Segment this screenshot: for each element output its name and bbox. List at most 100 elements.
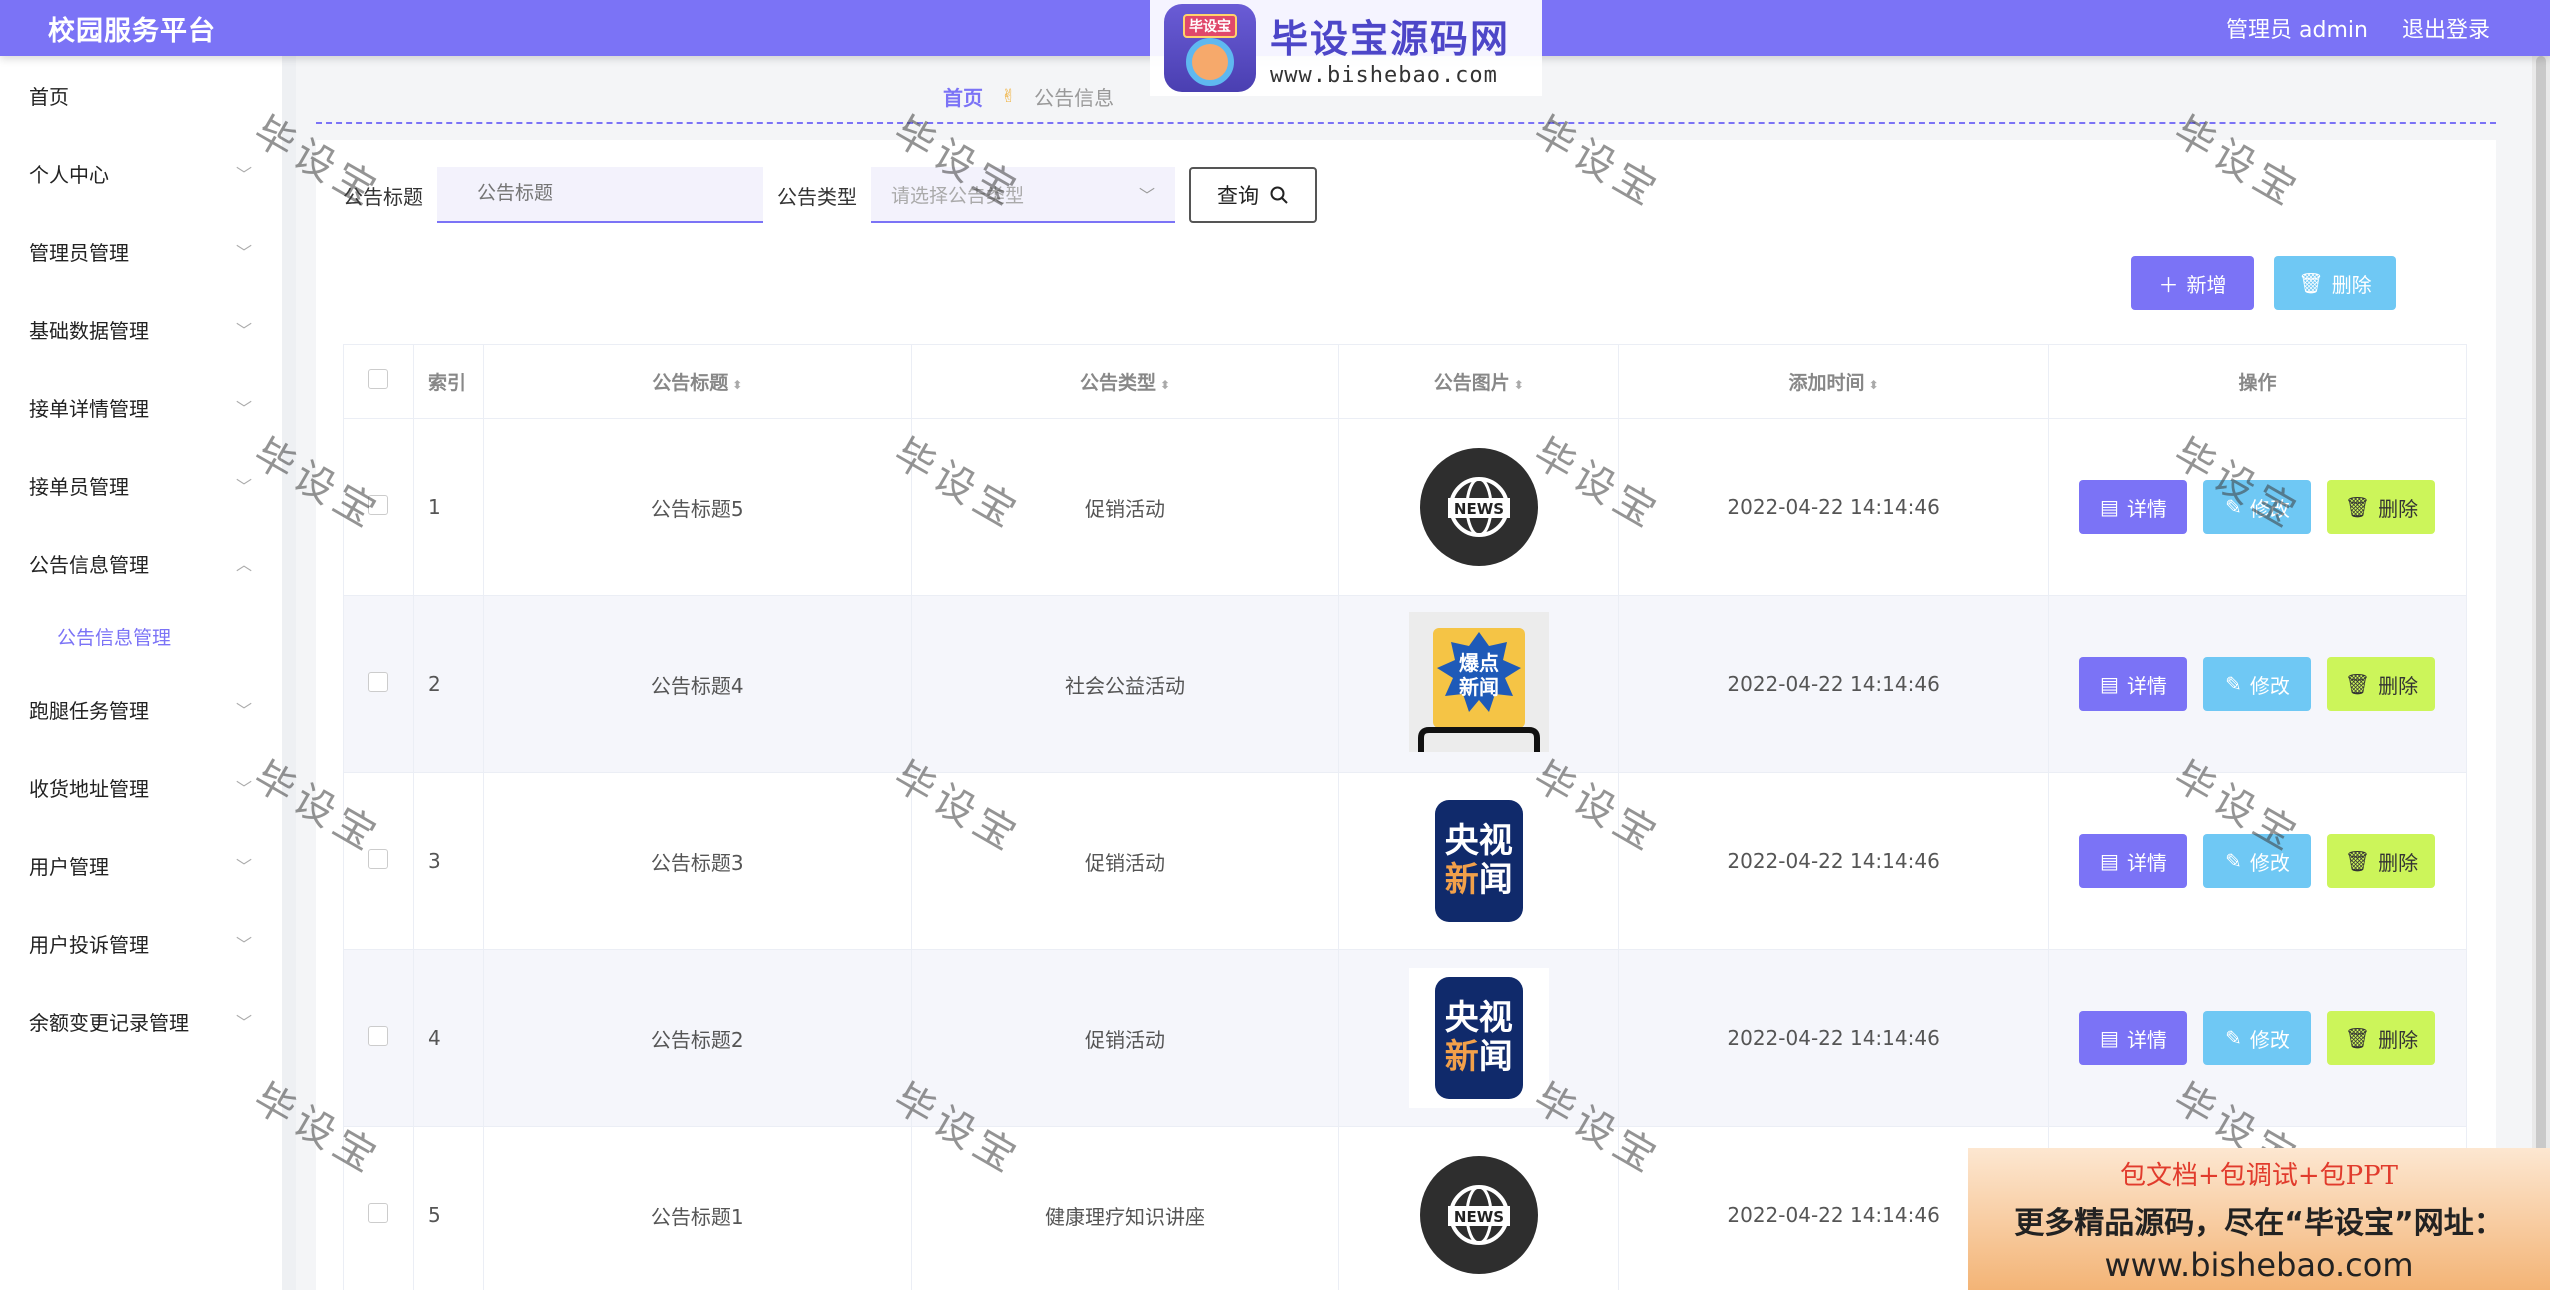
sidebar-item-errand-tasks[interactable]: 跑腿任务管理 ﹀ — [0, 670, 282, 748]
page-scrollbar[interactable] — [2532, 56, 2550, 1290]
chevron-down-icon: ﹀ — [235, 779, 252, 798]
edit-button[interactable]: ✎修改 — [2203, 657, 2312, 711]
table-row: 2 公告标题4 社会公益活动 爆点 新闻 2022-04-22 14:14:46 — [343, 595, 2468, 773]
col-time[interactable]: 添加时间 ⬍ — [1618, 344, 2049, 419]
col-type[interactable]: 公告类型 ⬍ — [910, 344, 1340, 419]
sort-icon[interactable]: ⬍ — [1160, 378, 1170, 392]
promo-line-2: 更多精品源码，尽在“毕设宝”网址： — [2014, 1205, 2504, 1241]
row-index: 1 — [412, 418, 484, 596]
pencil-icon: ✎ — [2225, 849, 2242, 873]
sidebar-item-order-details[interactable]: 接单详情管理 ﹀ — [0, 368, 282, 446]
row-title: 公告标题4 — [482, 595, 912, 773]
cctv-news-image: 央视 新闻 — [1408, 968, 1549, 1108]
chevron-down-icon: ﹀ — [235, 399, 252, 418]
title-search-input[interactable] — [437, 167, 763, 223]
row-time: 2022-04-22 14:14:46 — [1618, 418, 2049, 596]
row-image: 央视 新闻 — [1338, 772, 1620, 950]
row-index: 4 — [412, 949, 484, 1127]
detail-button[interactable]: ▤详情 — [2079, 480, 2188, 534]
sort-icon[interactable]: ⬍ — [732, 378, 742, 392]
sidebar-item-notices[interactable]: 公告信息管理 ︿ — [0, 524, 282, 602]
svg-text:新闻: 新闻 — [1459, 675, 1499, 699]
pencil-icon: ✎ — [2225, 1026, 2242, 1050]
news-globe-icon: NEWS — [1419, 448, 1538, 566]
batch-delete-button[interactable]: 🗑 删除 — [2274, 256, 2396, 310]
watermark-badge-icon: 毕设宝 — [1164, 4, 1256, 92]
trash-icon: 🗑 — [2344, 672, 2371, 696]
title-label: 公告标题 — [343, 184, 423, 209]
chevron-down-icon: ﹀ — [235, 701, 252, 720]
chevron-down-icon: ﹀ — [235, 1013, 252, 1032]
sort-icon[interactable]: ⬍ — [1514, 378, 1524, 392]
row-index: 5 — [412, 1126, 484, 1290]
type-select[interactable]: 请选择公告类型 ﹀ — [871, 167, 1175, 223]
trash-icon: 🗑 — [2344, 1026, 2371, 1050]
sort-icon[interactable]: ⬍ — [1869, 378, 1879, 392]
sidebar-item-admin[interactable]: 管理员管理 ﹀ — [0, 212, 282, 290]
detail-button[interactable]: ▤详情 — [2079, 657, 2188, 711]
promo-url[interactable]: www.bishebao.com — [2104, 1246, 2413, 1284]
trash-icon: 🗑 — [2298, 271, 2324, 295]
row-checkbox[interactable] — [368, 1025, 389, 1046]
detail-button[interactable]: ▤详情 — [2079, 834, 2188, 888]
select-all-checkbox[interactable] — [368, 369, 389, 389]
row-image: 央视 新闻 — [1338, 949, 1620, 1127]
app-title: 校园服务平台 — [48, 15, 216, 47]
user-menu[interactable]: 管理员 admin — [2226, 12, 2368, 44]
delete-button[interactable]: 🗑删除 — [2327, 834, 2436, 888]
sidebar-item-profile[interactable]: 个人中心 ﹀ — [0, 134, 282, 212]
plus-icon: ＋ — [2158, 272, 2179, 297]
sidebar-item-home[interactable]: 首页 — [0, 56, 282, 134]
add-button[interactable]: ＋ 新增 — [2131, 256, 2254, 310]
row-image: 爆点 新闻 — [1338, 595, 1620, 773]
sidebar-item-runners[interactable]: 接单员管理 ﹀ — [0, 446, 282, 524]
document-icon: ▤ — [2100, 849, 2119, 873]
row-type: 社会公益活动 — [910, 595, 1340, 773]
query-button[interactable]: 查询 — [1189, 167, 1317, 223]
burst-news-image: 爆点 新闻 — [1408, 611, 1549, 752]
row-checkbox[interactable] — [368, 494, 389, 515]
trash-icon: 🗑 — [2344, 849, 2371, 873]
watermark-url: www.bishebao.com — [1270, 63, 1498, 88]
detail-button[interactable]: ▤详情 — [2079, 1011, 2188, 1065]
sidebar-item-addresses[interactable]: 收货地址管理 ﹀ — [0, 748, 282, 826]
document-icon: ▤ — [2100, 495, 2119, 519]
logout-link[interactable]: 退出登录 — [2402, 12, 2490, 44]
row-checkbox[interactable] — [368, 1202, 389, 1223]
row-type: 健康理疗知识讲座 — [910, 1126, 1340, 1290]
row-checkbox[interactable] — [368, 848, 389, 869]
document-icon: ▤ — [2100, 672, 2119, 696]
scroll-thumb[interactable] — [2536, 56, 2546, 1290]
pencil-icon: ✎ — [2225, 672, 2242, 696]
delete-button[interactable]: 🗑删除 — [2327, 657, 2436, 711]
chevron-down-icon: ﹀ — [235, 243, 252, 262]
row-index: 3 — [412, 772, 484, 950]
svg-text:NEWS: NEWS — [1454, 1208, 1504, 1226]
edit-button[interactable]: ✎修改 — [2203, 834, 2312, 888]
sidebar-item-base-data[interactable]: 基础数据管理 ﹀ — [0, 290, 282, 368]
row-time: 2022-04-22 14:14:46 — [1618, 595, 2049, 773]
document-icon: ▤ — [2100, 1026, 2119, 1050]
svg-text:NEWS: NEWS — [1454, 500, 1504, 518]
sidebar-item-users[interactable]: 用户管理 ﹀ — [0, 826, 282, 904]
edit-button[interactable]: ✎修改 — [2203, 480, 2312, 534]
table-row: 3 公告标题3 促销活动 央视 新闻 2022-04-22 14:14:46 ▤ 详… — [343, 772, 2468, 950]
delete-button[interactable]: 🗑删除 — [2327, 480, 2436, 534]
col-image[interactable]: 公告图片 ⬍ — [1338, 344, 1620, 419]
promo-banner: 包文档+包调试+包PPT 更多精品源码，尽在“毕设宝”网址： www.bishe… — [1968, 1148, 2550, 1290]
row-index: 2 — [412, 595, 484, 773]
edit-button[interactable]: ✎修改 — [2203, 1011, 2312, 1065]
row-checkbox[interactable] — [368, 671, 389, 692]
select-all-cell — [343, 344, 414, 419]
sidebar-subitem-notice-management[interactable]: 公告信息管理 — [0, 602, 282, 670]
col-title[interactable]: 公告标题 ⬍ — [482, 344, 912, 419]
svg-text:爆点: 爆点 — [1459, 651, 1499, 675]
breadcrumb-current: 公告信息 — [1034, 86, 1115, 110]
sidebar-item-complaints[interactable]: 用户投诉管理 ﹀ — [0, 904, 282, 982]
breadcrumb-home[interactable]: 首页 — [943, 82, 983, 111]
row-type: 促销活动 — [910, 949, 1340, 1127]
delete-button[interactable]: 🗑删除 — [2327, 1011, 2436, 1065]
chevron-down-icon: ﹀ — [1138, 186, 1155, 205]
sidebar-item-balance-log[interactable]: 余额变更记录管理 ﹀ — [0, 982, 282, 1060]
news-globe-icon: NEWS — [1419, 1156, 1538, 1274]
